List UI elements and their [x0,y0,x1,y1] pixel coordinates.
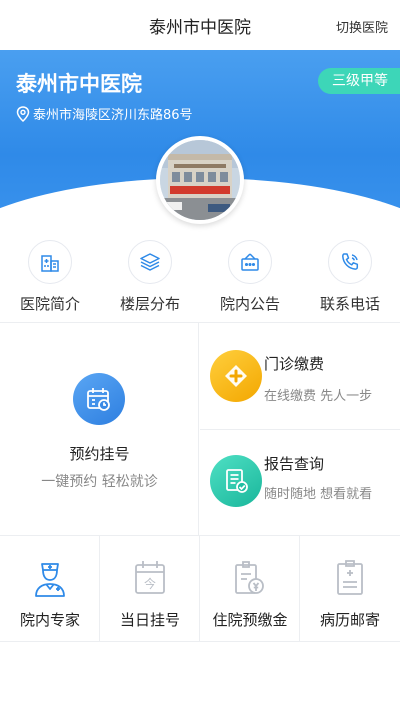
layers-icon [128,240,172,284]
same-day-registration[interactable]: 今 当日挂号 [100,536,200,641]
deposit-icon [235,561,264,594]
outpatient-payment-card[interactable]: 门诊缴费 在线缴费 先人一步 [200,323,400,430]
switch-hospital-link[interactable]: 切换医院 [336,17,388,36]
notice-board-icon [228,240,272,284]
payment-title: 门诊缴费 [264,355,325,373]
quick-link-label: 院内公告 [219,295,280,313]
medical-record-icon [337,560,363,595]
report-document-icon [210,455,262,507]
quick-links-row: 医院简介 楼层分布 院内公告 联系电话 [0,240,400,320]
quick-link-label: 联系电话 [319,295,380,313]
hospital-banner: 泰州市中医院 三级甲等 泰州市海陵区济川东路86号 [0,50,400,240]
main-services-grid: 预约挂号 一键预约 轻松就诊 门诊缴费 在线缴费 先人一步 报告查询 随时随地 … [0,322,400,536]
quick-link-floor-layout[interactable]: 楼层分布 [100,240,200,320]
quick-link-contact-phone[interactable]: 联系电话 [300,240,400,320]
medical-record-mailing[interactable]: 病历邮寄 [300,536,400,641]
grade-badge: 三级甲等 [318,68,400,94]
quick-link-label: 医院简介 [19,295,80,313]
report-query-card[interactable]: 报告查询 随时随地 想看就看 [200,430,400,536]
report-subtitle: 随时随地 想看就看 [264,487,373,502]
hospital-address: 泰州市海陵区济川东路86号 [16,104,193,123]
quick-link-label: 楼层分布 [119,295,180,313]
phone-icon [328,240,372,284]
in-hospital-experts[interactable]: 院内专家 [0,536,100,641]
bottom-link-label: 病历邮寄 [319,611,380,629]
doctor-icon [35,563,65,597]
report-title: 报告查询 [264,455,325,473]
appointment-subtitle: 一键预约 轻松就诊 [41,474,158,490]
inpatient-deposit[interactable]: 住院预缴金 [200,536,300,641]
quick-link-announcements[interactable]: 院内公告 [200,240,300,320]
quick-link-hospital-intro[interactable]: 医院简介 [0,240,100,320]
address-text: 泰州市海陵区济川东路86号 [33,108,193,123]
hospital-building-icon [28,240,72,284]
bottom-link-label: 当日挂号 [119,611,180,629]
bottom-link-label: 住院预缴金 [212,611,288,629]
hospital-name: 泰州市中医院 [16,72,142,96]
calendar-today-icon: 今 [135,561,165,594]
appointment-card[interactable]: 预约挂号 一键预约 轻松就诊 [0,323,199,536]
calendar-clock-icon [73,373,125,425]
bottom-link-label: 院内专家 [19,611,80,629]
payment-subtitle: 在线缴费 先人一步 [264,389,373,404]
appointment-title: 预约挂号 [69,445,130,463]
svg-text:今: 今 [144,576,156,591]
top-bar: 泰州市中医院 切换医院 [0,0,400,50]
hospital-photo [156,136,244,224]
payment-plus-icon [210,350,262,402]
location-pin-icon [16,105,30,122]
secondary-services-row: 院内专家 今 当日挂号 住院预缴金 病历邮寄 [0,536,400,642]
